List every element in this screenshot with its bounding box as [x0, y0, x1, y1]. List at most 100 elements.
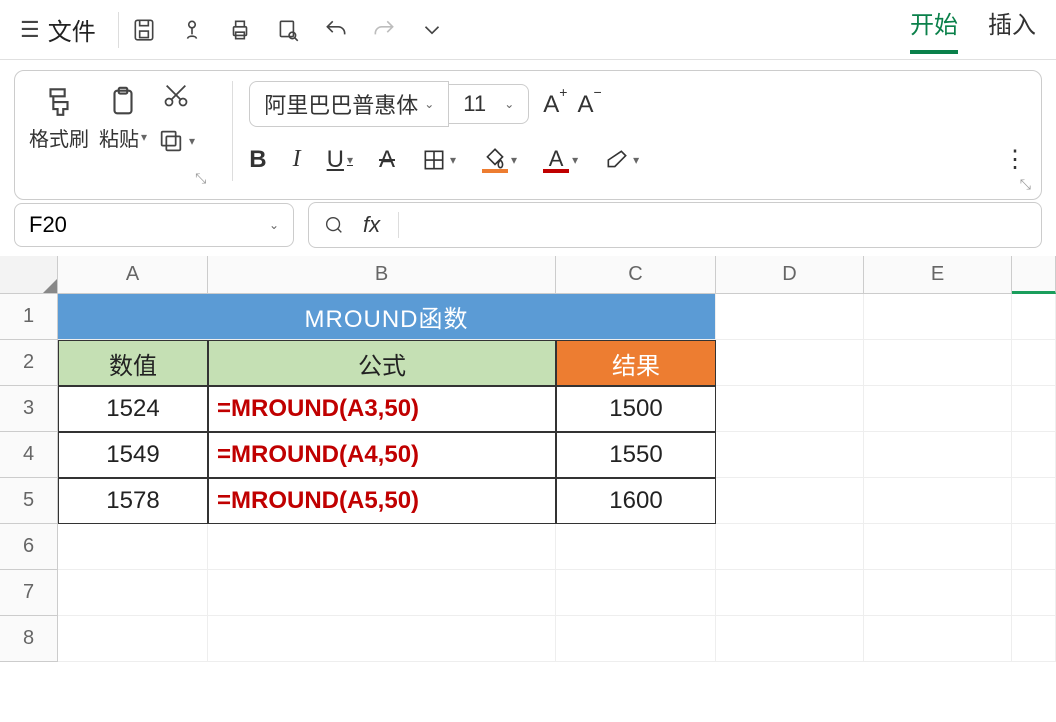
formula-bar[interactable]: fx [308, 202, 1042, 248]
cell[interactable] [208, 524, 556, 570]
tab-start[interactable]: 开始 [910, 5, 958, 54]
cell[interactable]: 1578 [58, 478, 208, 524]
row-header[interactable]: 4 [0, 432, 58, 478]
cell[interactable] [556, 570, 716, 616]
col-header[interactable] [1012, 256, 1056, 294]
fill-color-button[interactable]: ▾ [482, 146, 517, 173]
cell[interactable] [864, 478, 1012, 524]
cell[interactable] [716, 478, 864, 524]
redo-icon[interactable] [371, 17, 397, 43]
cell[interactable]: 1549 [58, 432, 208, 478]
cell[interactable] [1012, 524, 1056, 570]
cell[interactable] [556, 616, 716, 662]
print-icon[interactable] [227, 17, 253, 43]
row-header[interactable]: 6 [0, 524, 58, 570]
cell[interactable] [58, 524, 208, 570]
row-header[interactable]: 3 [0, 386, 58, 432]
cell[interactable] [208, 616, 556, 662]
header-result[interactable]: 结果 [556, 340, 716, 386]
cell[interactable]: 1500 [556, 386, 716, 432]
header-formula[interactable]: 公式 [208, 340, 556, 386]
italic-button[interactable]: I [293, 146, 301, 173]
cell[interactable] [716, 616, 864, 662]
dialog-launcher-icon[interactable]: ⤡ [1020, 176, 1031, 193]
font-size-select[interactable]: 11 ⌄ [449, 84, 529, 124]
save-icon[interactable] [131, 17, 157, 43]
strike-button[interactable]: A [379, 146, 395, 174]
cell[interactable]: 1600 [556, 478, 716, 524]
cell[interactable] [864, 386, 1012, 432]
more-icon[interactable]: ⋮ [1003, 145, 1027, 174]
increase-font-button[interactable]: A+ [543, 90, 567, 119]
cell[interactable] [864, 340, 1012, 386]
cell[interactable]: 1550 [556, 432, 716, 478]
tab-insert[interactable]: 插入 [988, 5, 1036, 54]
cell[interactable] [716, 524, 864, 570]
cell[interactable]: =MROUND(A5,50) [208, 478, 556, 524]
cell[interactable] [864, 570, 1012, 616]
cell[interactable] [556, 524, 716, 570]
share-icon[interactable] [179, 17, 205, 43]
cell[interactable] [864, 524, 1012, 570]
cell[interactable] [716, 340, 864, 386]
quick-access-toolbar [131, 17, 445, 43]
row-header[interactable]: 2 [0, 340, 58, 386]
cell[interactable]: 1524 [58, 386, 208, 432]
cell[interactable] [1012, 616, 1056, 662]
bold-button[interactable]: B [249, 146, 266, 174]
cell[interactable] [1012, 570, 1056, 616]
cell[interactable]: =MROUND(A3,50) [208, 386, 556, 432]
font-color-button[interactable]: A ▾ [543, 146, 578, 173]
row-header[interactable]: 5 [0, 478, 58, 524]
chevron-down-icon: ⌄ [504, 97, 514, 111]
col-header[interactable]: D [716, 256, 864, 294]
cell[interactable] [864, 616, 1012, 662]
file-menu[interactable]: 文件 [48, 12, 96, 47]
divider [118, 12, 119, 48]
cell[interactable]: =MROUND(A4,50) [208, 432, 556, 478]
undo-icon[interactable] [323, 17, 349, 43]
paste-button[interactable]: 粘贴▾ [99, 85, 147, 152]
cell[interactable] [1012, 478, 1056, 524]
eraser-button[interactable]: ▾ [604, 147, 639, 173]
cell[interactable] [58, 616, 208, 662]
decrease-font-button[interactable]: A− [577, 90, 601, 119]
row-header[interactable]: 7 [0, 570, 58, 616]
col-header[interactable]: B [208, 256, 556, 294]
cell[interactable] [1012, 432, 1056, 478]
dialog-launcher-icon[interactable]: ⤡ [195, 170, 206, 187]
row-header[interactable]: 8 [0, 616, 58, 662]
col-header[interactable]: E [864, 256, 1012, 294]
format-painter-button[interactable]: 格式刷 [29, 85, 89, 152]
cell[interactable] [716, 294, 864, 340]
more-dropdown-icon[interactable] [419, 17, 445, 43]
cut-icon[interactable] [162, 81, 190, 109]
menu-icon[interactable]: ☰ [20, 17, 40, 43]
header-value[interactable]: 数值 [58, 340, 208, 386]
chevron-down-icon: ⌄ [424, 97, 434, 111]
underline-button[interactable]: U▾ [327, 146, 353, 174]
title-cell[interactable]: MROUND函数 [58, 294, 716, 340]
preview-icon[interactable] [275, 17, 301, 43]
search-icon[interactable] [323, 214, 345, 236]
select-all-corner[interactable] [0, 256, 58, 294]
borders-button[interactable]: ▾ [421, 147, 456, 173]
col-header[interactable]: A [58, 256, 208, 294]
chevron-down-icon: ⌄ [269, 218, 279, 232]
font-family-select[interactable]: 阿里巴巴普惠体 ⌄ [249, 81, 449, 127]
row-header[interactable]: 1 [0, 294, 58, 340]
copy-icon[interactable]: ▾ [157, 127, 195, 155]
cell[interactable] [716, 432, 864, 478]
cell[interactable] [864, 294, 1012, 340]
cell[interactable] [864, 432, 1012, 478]
name-box[interactable]: F20 ⌄ [14, 203, 294, 247]
cell[interactable] [1012, 340, 1056, 386]
cell[interactable] [58, 570, 208, 616]
cell[interactable] [716, 386, 864, 432]
cell[interactable] [1012, 294, 1056, 340]
col-header[interactable]: C [556, 256, 716, 294]
cell[interactable] [208, 570, 556, 616]
cell[interactable] [1012, 386, 1056, 432]
cell[interactable] [716, 570, 864, 616]
fx-label[interactable]: fx [363, 212, 380, 238]
